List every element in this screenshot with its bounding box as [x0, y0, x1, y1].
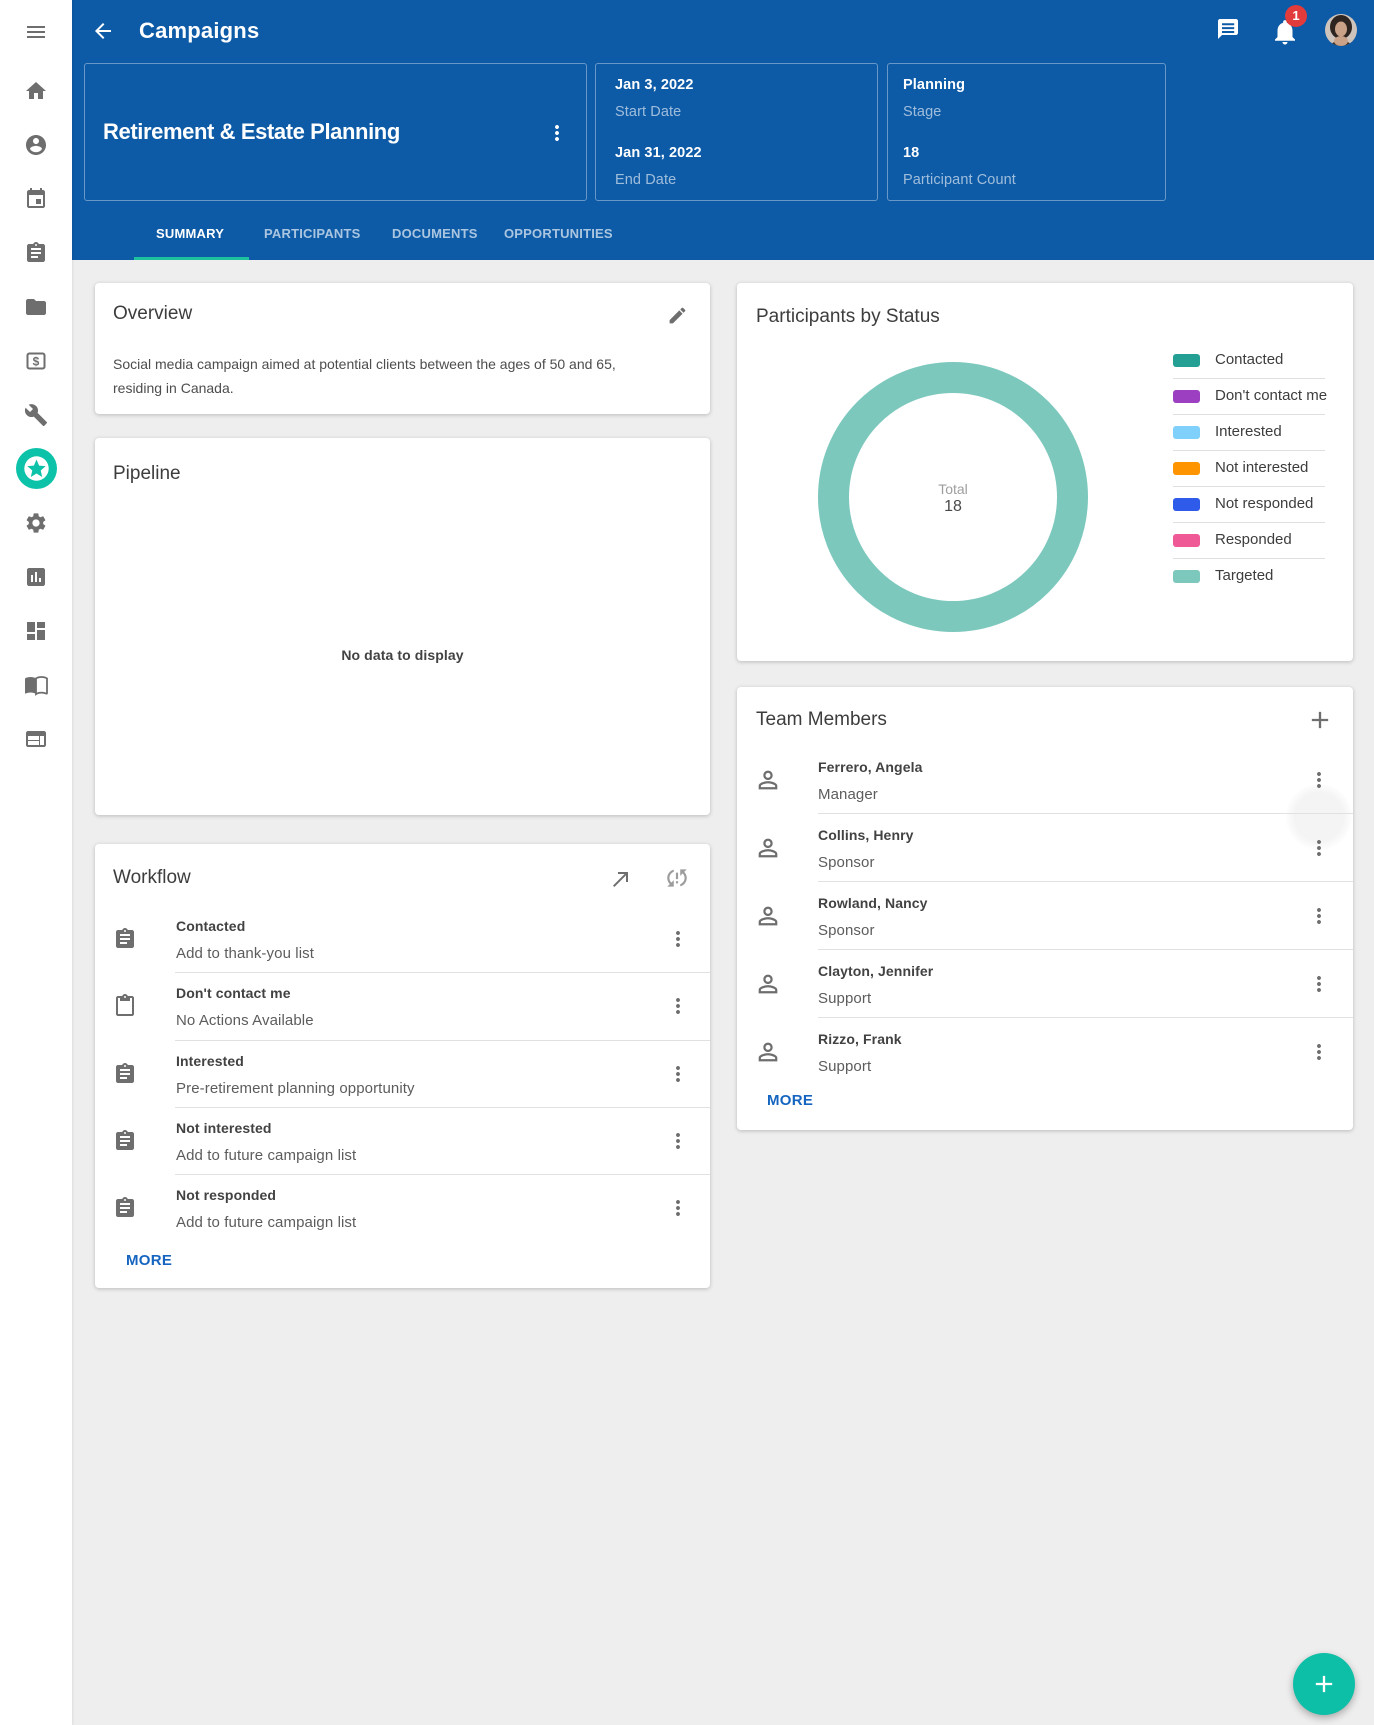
- svg-text:$: $: [33, 355, 40, 369]
